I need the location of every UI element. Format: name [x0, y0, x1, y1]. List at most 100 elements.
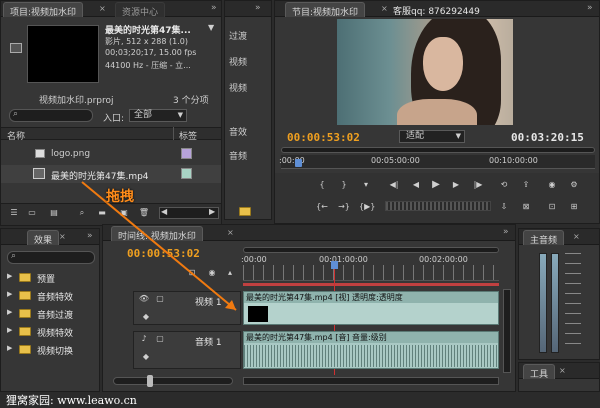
- timeline-current-time[interactable]: 00:00:53:02: [127, 247, 200, 260]
- strip-tab-2[interactable]: 视频: [229, 81, 247, 94]
- marker-icon[interactable]: ◉: [205, 267, 219, 279]
- timeline-panel: 时间线: 视频加水印 × » 00:00:53:02 :00:00 00:01:…: [102, 224, 516, 392]
- timeline-zoom-bar[interactable]: [243, 247, 499, 253]
- go-to-out-icon[interactable]: →}: [337, 201, 351, 213]
- timeline-menu-icon[interactable]: »: [503, 227, 509, 237]
- step-back-icon[interactable]: ◀|: [387, 179, 401, 191]
- step-back-frame-icon[interactable]: ◀: [409, 179, 423, 191]
- tab-program[interactable]: 节目:视频加水印: [285, 2, 366, 18]
- scroll-right-icon[interactable]: ▶: [209, 207, 215, 216]
- find-icon[interactable]: ⌕: [75, 207, 89, 219]
- step-forward-frame-icon[interactable]: ▶: [449, 179, 463, 191]
- effects-close-icon[interactable]: ×: [59, 232, 66, 241]
- timeline-playhead[interactable]: [331, 261, 338, 269]
- strip-tabbar: [225, 1, 271, 17]
- master-audio-close-icon[interactable]: ×: [573, 232, 580, 241]
- program-ruler[interactable]: [281, 155, 595, 169]
- effects-folder-2[interactable]: ▶ 音频过渡: [5, 307, 97, 321]
- expand-arrow-icon[interactable]: ▶: [7, 308, 12, 316]
- snap-icon[interactable]: ⊡: [185, 267, 199, 279]
- effects-folder-1[interactable]: ▶ 音频特效: [5, 289, 97, 303]
- tab-master-audio[interactable]: 主音频: [523, 230, 565, 246]
- tab-project[interactable]: 项目:视频加水印: [3, 2, 84, 18]
- strip-tab-4[interactable]: 音频: [229, 149, 247, 162]
- speaker-icon[interactable]: ♪: [137, 333, 151, 345]
- program-menu-icon[interactable]: »: [587, 3, 593, 13]
- play-icon[interactable]: ▶: [429, 179, 443, 191]
- export-frame-icon[interactable]: ⊡: [545, 201, 559, 213]
- effects-folder-4[interactable]: ▶ 视频切换: [5, 343, 97, 357]
- tab-tools[interactable]: 工具: [523, 364, 556, 380]
- project-search-input[interactable]: [9, 109, 93, 122]
- entry-select[interactable]: 全部 ▼: [129, 109, 187, 122]
- list-item[interactable]: 最美的时光第47集.mp4: [1, 165, 221, 183]
- loop-icon[interactable]: ⟲: [497, 179, 511, 191]
- lift-icon[interactable]: ⇪: [519, 179, 533, 191]
- mark-icon[interactable]: ▾: [359, 179, 373, 191]
- eye-icon[interactable]: 👁: [137, 293, 151, 305]
- program-playhead[interactable]: [295, 159, 302, 167]
- strip-tab-1[interactable]: 视频: [229, 55, 247, 68]
- play-in-out-icon[interactable]: {▶}: [359, 201, 375, 213]
- fit-select[interactable]: 适配 ▼: [399, 130, 465, 143]
- panel-close-icon[interactable]: ×: [99, 4, 106, 13]
- timeline-zoom-slider[interactable]: [113, 377, 233, 385]
- keyframe-icon[interactable]: ◆: [139, 311, 153, 323]
- lock-icon[interactable]: ▢: [153, 333, 167, 345]
- program-close-icon[interactable]: ×: [381, 4, 388, 13]
- add-marker-icon[interactable]: ▴: [223, 267, 237, 279]
- column-header-name[interactable]: 名称: [7, 129, 25, 142]
- strip-menu-icon[interactable]: »: [255, 3, 261, 13]
- lock-icon[interactable]: ▢: [153, 293, 167, 305]
- list-item[interactable]: logo.png: [1, 145, 221, 163]
- expand-arrow-icon[interactable]: ▶: [7, 344, 12, 352]
- label-swatch[interactable]: [181, 148, 192, 159]
- scroll-left-icon[interactable]: ◀: [161, 207, 167, 216]
- jog-shuttle[interactable]: [385, 201, 491, 211]
- zoom-slider-thumb[interactable]: [147, 375, 153, 387]
- timeline-hscroll[interactable]: [243, 377, 499, 385]
- program-zoom-bar[interactable]: [281, 147, 595, 153]
- expand-arrow-icon[interactable]: ▶: [7, 272, 12, 280]
- new-bin-icon[interactable]: ▬: [95, 207, 109, 219]
- automate-icon[interactable]: ▤: [47, 207, 61, 219]
- effects-folder-3[interactable]: ▶ 视频特效: [5, 325, 97, 339]
- panel-menu-icon[interactable]: »: [211, 3, 217, 13]
- timeline-vscroll[interactable]: [503, 289, 511, 373]
- tools-close-icon[interactable]: ×: [559, 366, 566, 375]
- program-current-time[interactable]: 00:00:53:02: [287, 131, 360, 144]
- column-header-label[interactable]: 标签: [179, 129, 197, 142]
- icon-view-icon[interactable]: ▭: [25, 207, 39, 219]
- go-to-in-icon[interactable]: {←: [315, 201, 329, 213]
- tab-timeline[interactable]: 时间线: 视频加水印: [111, 226, 203, 242]
- list-view-icon[interactable]: ☰: [7, 207, 21, 219]
- tab-resource-center[interactable]: 资源中心: [115, 2, 166, 18]
- effects-folder-0[interactable]: ▶ 预置: [5, 271, 97, 285]
- output-icon[interactable]: ⊞: [567, 201, 581, 213]
- strip-tab-3[interactable]: 音效: [229, 125, 247, 138]
- keyframe-icon[interactable]: ◆: [139, 351, 153, 363]
- label-swatch[interactable]: [181, 168, 192, 179]
- tab-effects[interactable]: 效果: [27, 230, 60, 246]
- step-forward-icon[interactable]: |▶: [471, 179, 485, 191]
- timeline-ruler[interactable]: [243, 265, 499, 281]
- timeline-ruler-label-0: :00:00: [241, 255, 267, 264]
- audio-clip[interactable]: 最美的时光第47集.mp4 [音] 音量:级别: [243, 331, 499, 369]
- new-item-icon[interactable]: ▣: [117, 207, 131, 219]
- expand-arrow-icon[interactable]: ▶: [7, 326, 12, 334]
- video-clip[interactable]: 最美的时光第47集.mp4 [视] 透明度:透明度: [243, 291, 499, 325]
- clip-dropdown-icon[interactable]: ▼: [208, 23, 214, 32]
- settings-icon[interactable]: ⚙: [567, 179, 581, 191]
- set-out-icon[interactable]: }: [337, 179, 351, 191]
- expand-arrow-icon[interactable]: ▶: [7, 290, 12, 298]
- timeline-close-icon[interactable]: ×: [227, 228, 234, 237]
- effects-search-input[interactable]: [7, 251, 95, 264]
- set-in-icon[interactable]: {: [315, 179, 329, 191]
- strip-tab-0[interactable]: 过渡: [229, 29, 247, 42]
- trim-icon[interactable]: ⊠: [519, 201, 533, 213]
- effects-menu-icon[interactable]: »: [87, 231, 93, 241]
- extract-icon[interactable]: ⇩: [497, 201, 511, 213]
- work-area-bar[interactable]: [243, 283, 499, 286]
- trash-icon[interactable]: 🗑: [137, 207, 151, 219]
- camera-icon[interactable]: ◉: [545, 179, 559, 191]
